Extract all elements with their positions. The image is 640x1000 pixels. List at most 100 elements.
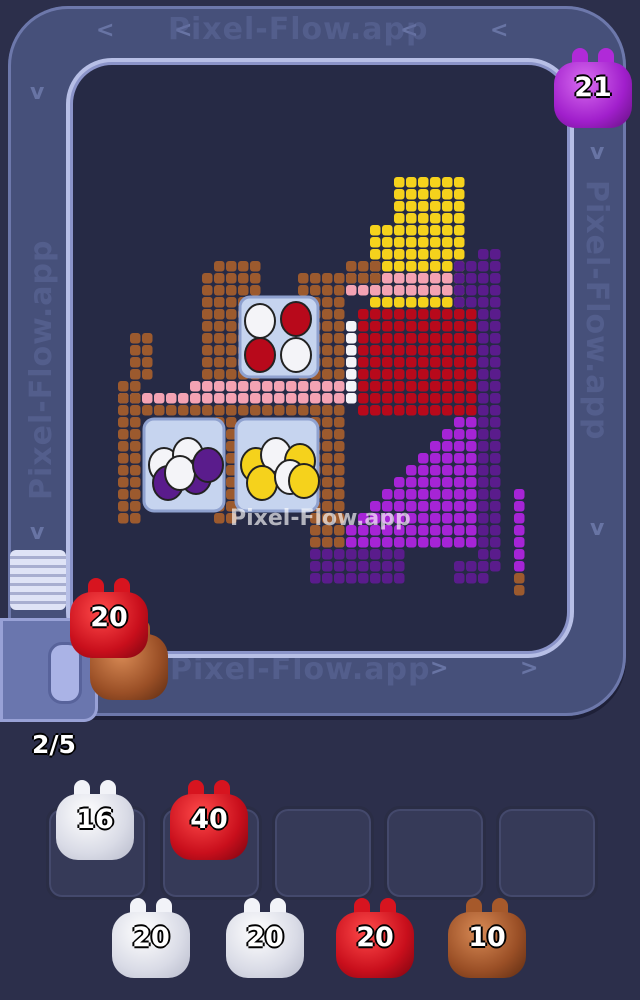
pixel-purple <box>418 477 429 488</box>
pixel-purple <box>430 465 441 476</box>
holding-slot[interactable] <box>272 806 374 900</box>
critter-count: 10 <box>468 922 506 953</box>
pixel-pink <box>430 273 441 284</box>
queue-critter-white[interactable]: 20 <box>226 898 304 980</box>
pixel-yellow <box>454 249 465 260</box>
pixel-brown <box>130 489 141 500</box>
pixel-red <box>418 321 429 332</box>
critter-count: 20 <box>90 602 128 633</box>
pixel-dark-purple <box>490 561 501 572</box>
pixel-red <box>454 321 465 332</box>
pixel-brown <box>202 321 213 332</box>
pixel-yellow <box>406 261 417 272</box>
pixel-red <box>406 393 417 404</box>
pixel-brown <box>202 357 213 368</box>
pixel-yellow <box>394 201 405 212</box>
pixel-dark-purple <box>478 273 489 284</box>
pixel-brown <box>226 297 237 308</box>
pixel-dark-purple <box>478 477 489 488</box>
pixel-red <box>394 357 405 368</box>
pixel-pink <box>154 393 165 404</box>
pixel-brown <box>334 537 345 548</box>
pixel-red <box>382 369 393 380</box>
pixel-red <box>418 309 429 320</box>
pixel-dark-purple <box>490 381 501 392</box>
pixel-yellow <box>406 225 417 236</box>
pixel-brown <box>334 369 345 380</box>
pixel-yellow <box>406 189 417 200</box>
pixel-yellow <box>370 297 381 308</box>
pixel-dark-purple <box>370 561 381 572</box>
pixel-dark-purple <box>466 297 477 308</box>
queue-critter-white[interactable]: 20 <box>112 898 190 980</box>
belt-arrow-icon: < <box>96 18 115 43</box>
pixel-brown <box>226 357 237 368</box>
pixel-brown <box>214 333 225 344</box>
pixel-brown <box>202 345 213 356</box>
pixel-purple <box>418 501 429 512</box>
pixel-yellow <box>442 249 453 260</box>
pixel-dark-purple <box>310 573 321 584</box>
belt-watermark: Pixel-Flow.app <box>170 652 431 687</box>
pixel-dark-purple <box>478 249 489 260</box>
pixel-red <box>382 309 393 320</box>
pixel-red <box>406 309 417 320</box>
pixel-dark-purple <box>478 405 489 416</box>
pixel-red <box>466 405 477 416</box>
pixel-brown <box>166 405 177 416</box>
launcher-critter-red[interactable]: 20 <box>70 578 148 660</box>
pixel-red <box>418 369 429 380</box>
pixel-red <box>406 381 417 392</box>
pixel-red <box>358 393 369 404</box>
pixel-yellow <box>430 249 441 260</box>
pixel-brown <box>118 417 129 428</box>
egg <box>164 455 196 491</box>
pixel-brown <box>322 333 333 344</box>
pixel-dark-purple <box>478 357 489 368</box>
pixel-purple <box>418 465 429 476</box>
pixel-brown <box>310 405 321 416</box>
pixel-brown <box>214 345 225 356</box>
egg-red <box>280 301 312 337</box>
pixel-red <box>442 369 453 380</box>
pixel-brown <box>118 381 129 392</box>
pixel-purple <box>442 453 453 464</box>
pixel-purple <box>418 513 429 524</box>
pixel-brown <box>214 309 225 320</box>
pixel-brown <box>190 405 201 416</box>
pixel-red <box>382 345 393 356</box>
pixel-brown <box>274 405 285 416</box>
pixel-brown <box>118 405 129 416</box>
pixel-red <box>382 333 393 344</box>
queue-critter-brown[interactable]: 10 <box>448 898 526 980</box>
slot-critter-white[interactable]: 16 <box>56 780 134 862</box>
belt-arrow-icon: < <box>490 18 509 43</box>
pixel-purple <box>406 477 417 488</box>
pixel-dark-purple <box>394 573 405 584</box>
pixel-purple <box>454 501 465 512</box>
pixel-purple <box>430 537 441 548</box>
pixel-yellow <box>406 177 417 188</box>
pixel-purple <box>430 477 441 488</box>
pixel-purple <box>418 525 429 536</box>
pixel-yellow <box>382 237 393 248</box>
pixel-yellow <box>382 249 393 260</box>
slot-critter-red[interactable]: 40 <box>170 780 248 862</box>
pixel-dark-purple <box>490 477 501 488</box>
pixel-brown <box>130 417 141 428</box>
pixel-brown <box>322 465 333 476</box>
pixel-dark-purple <box>454 285 465 296</box>
pixel-brown <box>238 405 249 416</box>
belt-arrow-icon: v <box>30 520 45 545</box>
pixel-red <box>406 345 417 356</box>
pixel-dark-purple <box>454 573 465 584</box>
holding-slot[interactable] <box>384 806 486 900</box>
belt-watermark: Pixel-Flow.app <box>579 180 614 441</box>
pixel-brown <box>322 309 333 320</box>
queue-critter-red[interactable]: 20 <box>336 898 414 980</box>
holding-slot[interactable] <box>496 806 598 900</box>
pixel-dark-purple <box>490 489 501 500</box>
pixel-purple <box>454 477 465 488</box>
pixel-brown <box>142 405 153 416</box>
pixel-red <box>370 405 381 416</box>
